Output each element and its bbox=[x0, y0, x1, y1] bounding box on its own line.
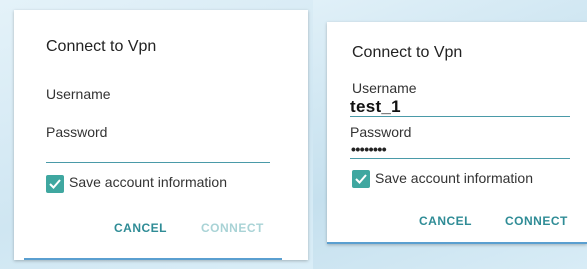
password-field[interactable]: Password bbox=[46, 124, 107, 140]
password-label: Password bbox=[350, 124, 412, 140]
username-field[interactable]: Username bbox=[46, 86, 111, 102]
dialog-bottom-accent-line bbox=[327, 242, 587, 244]
username-input[interactable]: test_1 bbox=[350, 97, 401, 117]
check-icon bbox=[355, 174, 367, 184]
check-icon bbox=[49, 179, 61, 189]
cancel-button[interactable]: CANCEL bbox=[419, 214, 472, 228]
connect-button[interactable]: CONNECT bbox=[505, 214, 568, 228]
save-account-label[interactable]: Save account information bbox=[69, 174, 227, 190]
username-field-underline bbox=[350, 116, 570, 117]
connect-button[interactable]: CONNECT bbox=[201, 221, 264, 235]
password-field-underline bbox=[350, 158, 570, 159]
vpn-dialog-filled: Connect to Vpn Username test_1 Password … bbox=[327, 22, 587, 244]
save-account-label[interactable]: Save account information bbox=[375, 170, 533, 186]
dialog-bottom-accent-line bbox=[24, 258, 282, 260]
cancel-button[interactable]: CANCEL bbox=[114, 221, 167, 235]
dialog-title: Connect to Vpn bbox=[352, 44, 463, 61]
dialog-title: Connect to Vpn bbox=[46, 38, 157, 55]
password-field-underline bbox=[46, 162, 270, 163]
save-account-checkbox[interactable] bbox=[352, 170, 370, 188]
save-account-checkbox[interactable] bbox=[46, 175, 64, 193]
username-label: Username bbox=[352, 80, 417, 96]
vpn-dialog-empty: Connect to Vpn Username Password Save ac… bbox=[14, 10, 308, 260]
password-input[interactable]: •••••••• bbox=[351, 142, 387, 156]
